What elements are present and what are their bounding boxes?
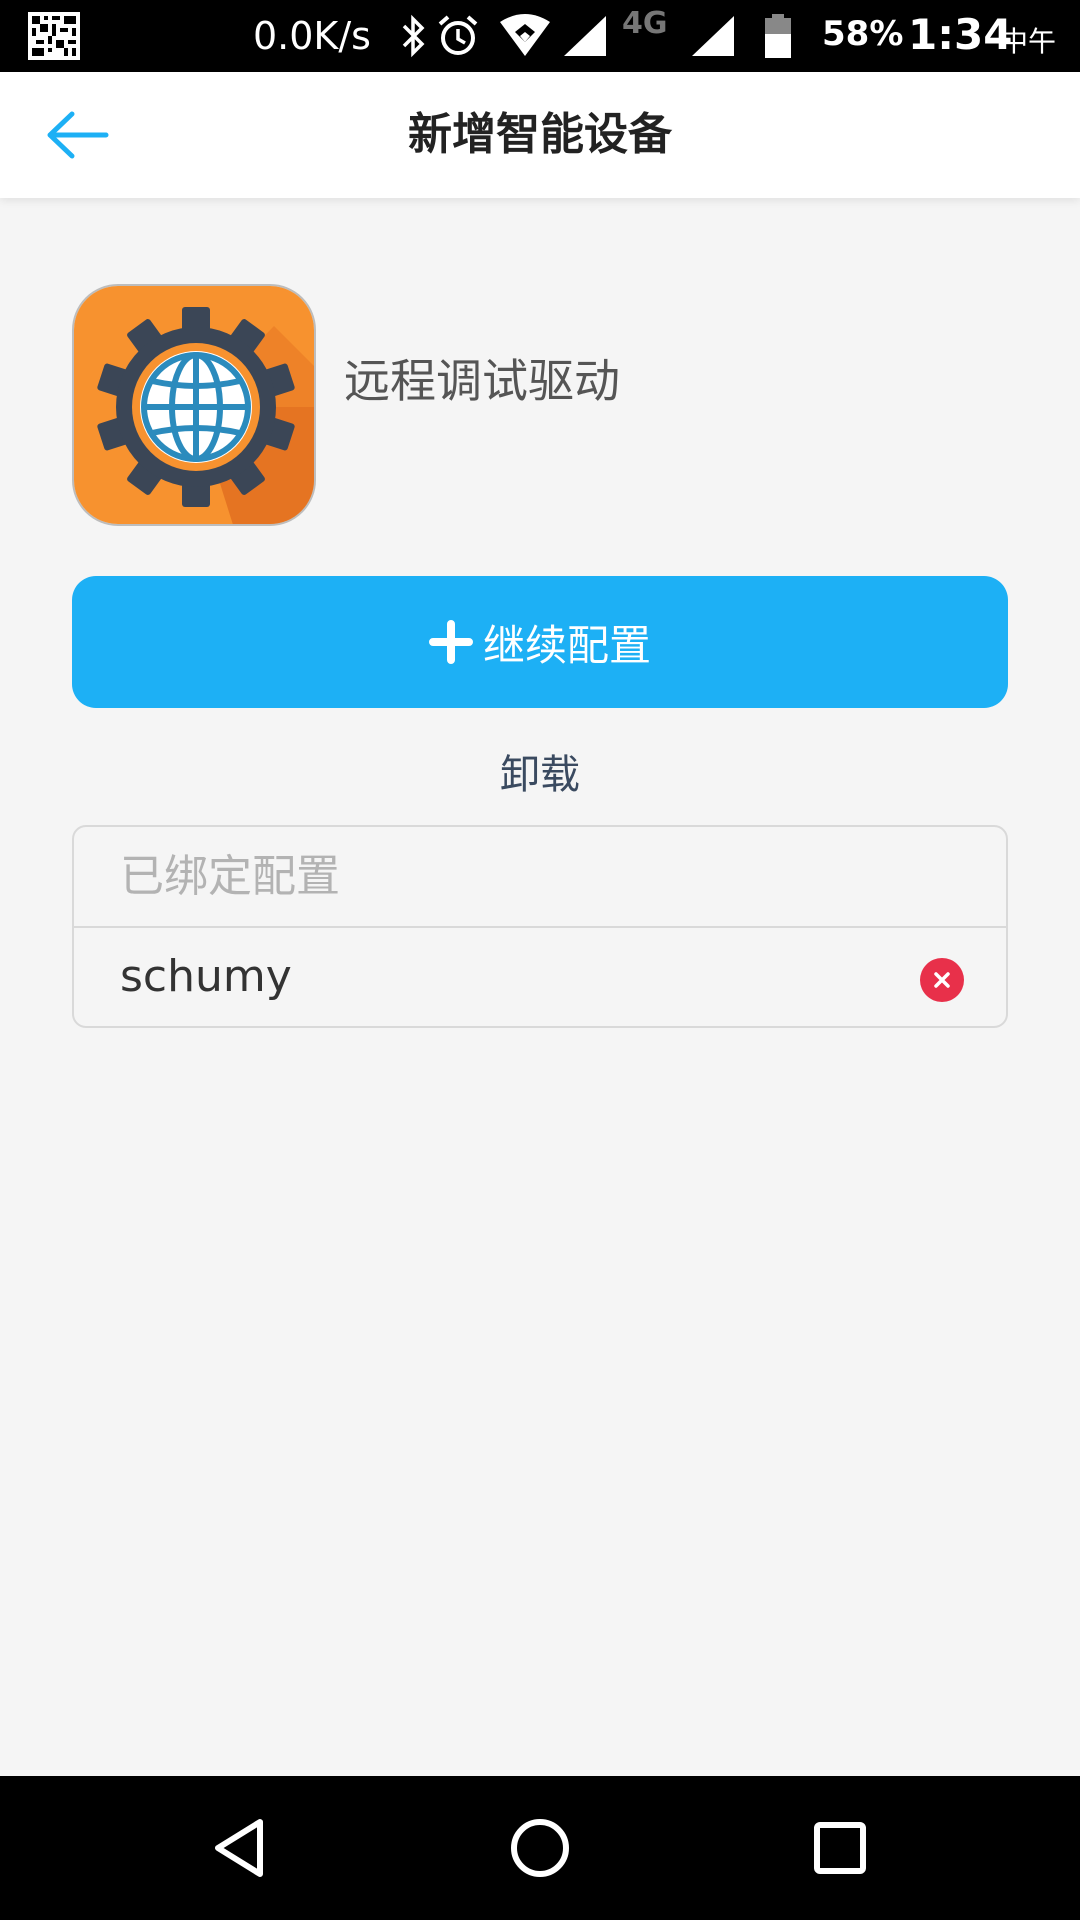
network-type: 4G <box>622 6 668 41</box>
back-triangle-icon <box>215 1819 263 1877</box>
nav-home-button[interactable] <box>490 1798 590 1898</box>
battery-icon <box>765 14 791 58</box>
plus-icon <box>428 620 473 664</box>
status-bar: 0.0K/s 4G 58% 1:34 中午 <box>0 0 1080 72</box>
bound-config-header: 已绑定配置 <box>74 827 1006 928</box>
recents-square-icon <box>814 1822 866 1874</box>
remove-config-button[interactable] <box>920 958 964 1002</box>
uninstall-link[interactable]: 卸载 <box>0 742 1080 800</box>
page-title: 新增智能设备 <box>408 109 672 160</box>
bound-config-list: 已绑定配置 schumy <box>72 825 1008 1028</box>
nav-back-button[interactable] <box>190 1798 290 1898</box>
config-name: schumy <box>120 951 292 1002</box>
qr-code-icon <box>28 12 80 60</box>
continue-config-button[interactable]: 继续配置 <box>72 576 1008 708</box>
net-speed: 0.0K/s <box>253 14 371 58</box>
home-circle-icon <box>511 1819 569 1877</box>
bluetooth-icon <box>402 14 425 58</box>
close-icon <box>934 972 950 988</box>
continue-config-label: 继续配置 <box>482 620 651 670</box>
list-item[interactable]: schumy <box>74 928 1006 1028</box>
device-app-icon <box>72 284 316 526</box>
signal-icon <box>564 16 606 56</box>
signal-icon <box>692 16 734 56</box>
device-name: 远程调试驱动 <box>344 354 620 408</box>
app-bar: 新增智能设备 <box>0 72 1080 198</box>
clock-period: 中午 <box>1000 25 1057 58</box>
battery-percent: 58% <box>822 14 904 54</box>
clock: 1:34 <box>908 10 1013 59</box>
wifi-icon <box>500 14 550 56</box>
nav-recents-button[interactable] <box>790 1798 890 1898</box>
globe-gear-icon <box>74 286 314 524</box>
navigation-bar <box>0 1776 1080 1920</box>
alarm-icon <box>438 15 478 55</box>
